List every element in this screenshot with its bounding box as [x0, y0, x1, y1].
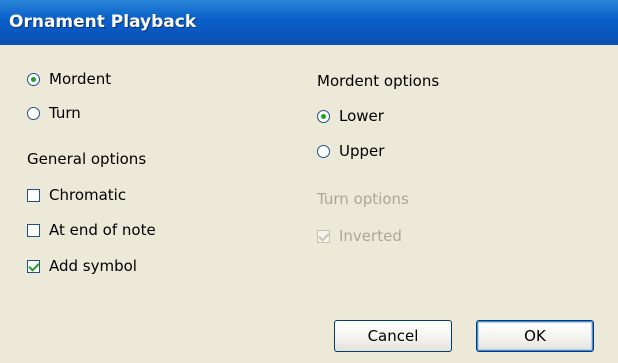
- radio-turn[interactable]: Turn: [27, 104, 81, 122]
- checkbox-inverted[interactable]: Inverted: [317, 227, 402, 245]
- checkbox-chromatic[interactable]: Chromatic: [27, 186, 126, 204]
- general-options-label: General options: [27, 150, 147, 168]
- checkbox-add-symbol-label: Add symbol: [49, 257, 137, 275]
- radio-button-icon[interactable]: [27, 72, 40, 86]
- radio-lower-label: Lower: [339, 107, 384, 125]
- checkbox-at-end-of-note[interactable]: At end of note: [27, 221, 156, 239]
- ok-button[interactable]: OK: [476, 320, 594, 352]
- checkbox-at-end-of-note-label: At end of note: [49, 221, 156, 239]
- radio-button-icon[interactable]: [27, 106, 40, 120]
- radio-upper[interactable]: Upper: [317, 142, 384, 160]
- radio-button-icon[interactable]: [317, 144, 330, 158]
- checkbox-checked-icon[interactable]: [317, 229, 330, 243]
- checkbox-chromatic-label: Chromatic: [49, 186, 127, 204]
- checkbox-checked-icon[interactable]: [27, 259, 40, 273]
- radio-lower[interactable]: Lower: [317, 107, 384, 125]
- cancel-button[interactable]: Cancel: [334, 320, 452, 352]
- checkbox-inverted-label: Inverted: [339, 227, 402, 245]
- checkbox-icon[interactable]: [27, 223, 40, 237]
- checkbox-icon[interactable]: [27, 188, 40, 202]
- radio-upper-label: Upper: [339, 142, 385, 160]
- radio-turn-label: Turn: [49, 104, 81, 122]
- radio-button-icon[interactable]: [317, 109, 330, 123]
- turn-options-label: Turn options: [317, 190, 409, 208]
- title-bar[interactable]: Ornament Playback: [0, 0, 618, 45]
- radio-mordent-label: Mordent: [49, 70, 112, 88]
- mordent-options-label: Mordent options: [317, 72, 440, 90]
- radio-mordent[interactable]: Mordent: [27, 70, 111, 88]
- window-title: Ornament Playback: [9, 12, 197, 32]
- dialog-body: Mordent Turn General options Chromatic A…: [0, 45, 618, 363]
- checkbox-add-symbol[interactable]: Add symbol: [27, 257, 137, 275]
